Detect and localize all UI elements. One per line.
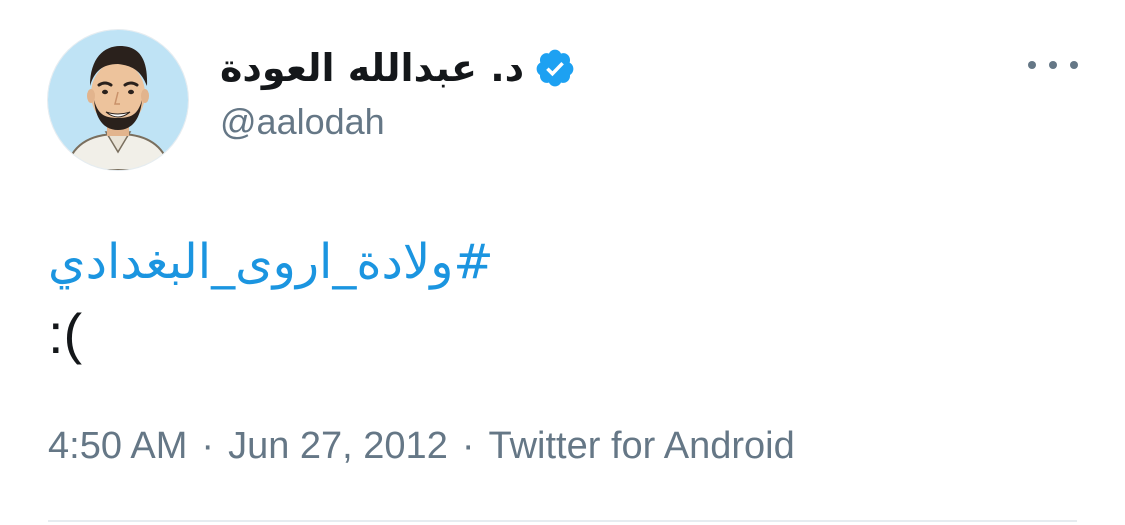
author-avatar[interactable] [48, 30, 188, 170]
tweet-meta: 4:50 AM · Jun 27, 2012 · Twitter for And… [48, 424, 795, 468]
author-name-row[interactable]: د. عبدالله العودة [220, 40, 576, 96]
more-horizontal-icon [1070, 61, 1078, 69]
hashtag-link[interactable]: #ولادة_اروى_البغدادي [48, 222, 494, 302]
tweet-time[interactable]: 4:50 AM [48, 424, 187, 468]
author-display-name[interactable]: د. عبدالله العودة [220, 40, 524, 96]
author-handle[interactable]: @aalodah [220, 100, 385, 144]
meta-separator: · [461, 425, 475, 467]
avatar-illustration [48, 30, 188, 170]
tweet-source[interactable]: Twitter for Android [488, 424, 794, 468]
verified-badge-icon [534, 47, 576, 89]
tweet-emoticon: :( [48, 302, 83, 365]
more-options-button[interactable] [1028, 50, 1078, 80]
meta-separator: · [201, 425, 215, 467]
more-horizontal-icon [1049, 61, 1057, 69]
divider [48, 520, 1077, 522]
tweet-date[interactable]: Jun 27, 2012 [228, 424, 448, 468]
tweet-text: #ولادة_اروى_البغدادي :( [48, 222, 1078, 366]
more-horizontal-icon [1028, 61, 1036, 69]
